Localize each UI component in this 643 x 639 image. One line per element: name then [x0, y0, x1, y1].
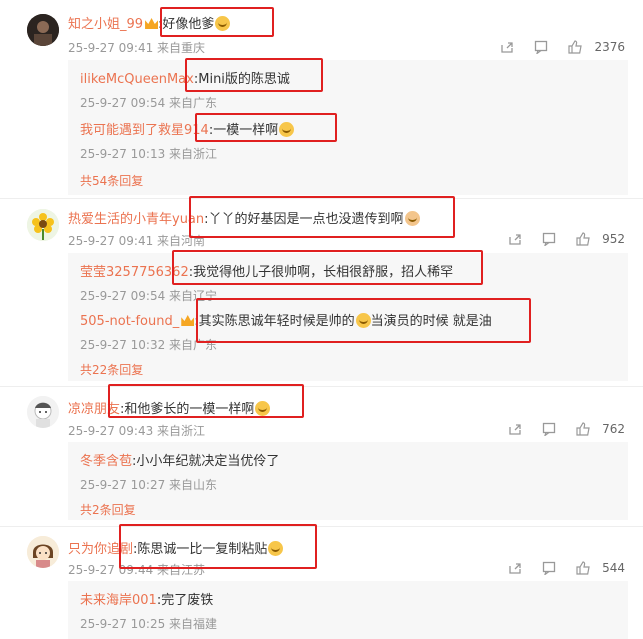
- comment-text: :和他爹长的一模一样啊: [120, 402, 255, 417]
- vip-crown-icon: [145, 18, 159, 29]
- reply-item: 冬季含苞:小小年纪就决定当优伶了 25-9-27 10:27 来自山东: [80, 450, 279, 493]
- reply-username[interactable]: ilikeMcQueenMax: [80, 72, 194, 87]
- comment-actions: 952: [498, 230, 625, 248]
- reply-username[interactable]: 我可能遇到了救星914: [80, 123, 209, 138]
- reply-block: 莹莹3257756362:我觉得他儿子很帅啊，长相很舒服，招人稀罕 25-9-2…: [68, 253, 628, 381]
- comment-meta: 25-9-27 09:43 来自浙江: [68, 424, 206, 438]
- avatar[interactable]: [27, 396, 59, 428]
- cat-emoji-icon: [404, 211, 420, 226]
- like-count: 544: [602, 561, 625, 575]
- comment-line: 知之小姐_99 :好像他爹: [68, 13, 231, 32]
- reply-text: :完了废铁: [156, 593, 214, 608]
- comment-username[interactable]: 凉凉朋友: [68, 402, 120, 417]
- more-replies-link[interactable]: 共54条回复: [80, 172, 143, 189]
- comment-icon[interactable]: [524, 38, 558, 56]
- reply-block: ilikeMcQueenMax:Mini版的陈思诚 25-9-27 09:54 …: [68, 60, 628, 195]
- reply-item: 我可能遇到了救星914:一模一样啊 25-9-27 10:13 来自浙江: [80, 119, 295, 162]
- comment-meta: 25-9-27 09:41 来自河南: [68, 234, 206, 248]
- reply-meta: 25-9-27 09:54 来自辽宁: [80, 289, 218, 303]
- reply-text: :Mini版的陈思诚: [193, 72, 290, 87]
- reply-username[interactable]: 莹莹3257756362: [80, 265, 189, 280]
- comment-item: 热爱生活的小青年yuan:丫丫的好基因是一点也没遗传到啊 25-9-27 09:…: [0, 198, 643, 388]
- reply-meta: 25-9-27 10:27 来自山东: [80, 478, 218, 492]
- reply-username[interactable]: 冬季含苞: [80, 454, 132, 469]
- reply-text: :我觉得他儿子很帅啊，长相很舒服，招人稀罕: [188, 265, 454, 280]
- reply-item: ilikeMcQueenMax:Mini版的陈思诚 25-9-27 09:54 …: [80, 68, 290, 111]
- comment-text: :陈思诚一比一复制粘贴: [133, 542, 268, 557]
- like-count: 2376: [594, 40, 625, 54]
- comment-actions: 544: [498, 559, 625, 577]
- more-replies-link[interactable]: 共22条回复: [80, 361, 143, 378]
- reply-text: :一模一样啊: [208, 123, 279, 138]
- like-count: 762: [602, 422, 625, 436]
- comment-text: :好像他爹: [158, 17, 215, 32]
- comment-username[interactable]: 只为你追剧: [68, 542, 133, 557]
- comment-item: 只为你追剧:陈思诚一比一复制粘贴 25-9-27 09:44 来自江苏 544 …: [0, 526, 643, 639]
- laughing-emoji-icon: [255, 401, 271, 416]
- reply-meta: 25-9-27 09:54 来自广东: [80, 96, 218, 110]
- comment-item: 凉凉朋友:和他爹长的一模一样啊 25-9-27 09:43 来自浙江 762 冬…: [0, 386, 643, 526]
- reply-text: :小小年纪就决定当优伶了: [132, 454, 280, 469]
- more-replies-link[interactable]: 共2条回复: [80, 501, 136, 518]
- reply-meta: 25-9-27 10:25 来自福建: [80, 617, 218, 631]
- comment-line: 凉凉朋友:和他爹长的一模一样啊: [68, 398, 271, 417]
- reply-text-continued: 当演员的时候 就是油: [370, 314, 492, 329]
- avatar[interactable]: [27, 14, 59, 46]
- comment-text: :丫丫的好基因是一点也没遗传到啊: [204, 212, 404, 227]
- thumbs-up-icon[interactable]: [566, 559, 600, 577]
- comment-actions: 2376: [490, 38, 625, 56]
- reply-item: 未来海岸001:完了废铁 25-9-27 10:25 来自福建: [80, 589, 217, 632]
- comment-line: 只为你追剧:陈思诚一比一复制粘贴: [68, 538, 284, 557]
- reply-username[interactable]: 未来海岸001: [80, 593, 157, 608]
- thumbs-up-icon[interactable]: [566, 420, 600, 438]
- avatar[interactable]: [27, 536, 59, 568]
- comment-item: 知之小姐_99 :好像他爹 25-9-27 09:41 来自重庆 2376 ili…: [0, 0, 643, 205]
- laughing-emoji-icon: [215, 16, 231, 31]
- share-icon[interactable]: [498, 230, 532, 248]
- reply-meta: 25-9-27 10:32 来自广东: [80, 338, 218, 352]
- reply-text: :其实陈思诚年轻时候是帅的: [194, 314, 355, 329]
- comment-meta: 25-9-27 09:41 来自重庆: [68, 41, 206, 55]
- vip-crown-icon: [181, 315, 195, 326]
- like-count: 952: [602, 232, 625, 246]
- laughing-emoji-icon: [279, 122, 295, 137]
- comment-icon[interactable]: [532, 559, 566, 577]
- comment-username[interactable]: 热爱生活的小青年yuan: [68, 212, 204, 227]
- avatar[interactable]: [27, 209, 59, 241]
- comment-line: 热爱生活的小青年yuan:丫丫的好基因是一点也没遗传到啊: [68, 208, 420, 227]
- comment-icon[interactable]: [532, 230, 566, 248]
- share-icon[interactable]: [498, 559, 532, 577]
- laughing-emoji-icon: [355, 313, 371, 328]
- thumbs-up-icon[interactable]: [566, 230, 600, 248]
- reply-username[interactable]: 505-not-found_: [80, 314, 179, 329]
- comment-username[interactable]: 知之小姐_99: [68, 17, 143, 32]
- comment-meta: 25-9-27 09:44 来自江苏: [68, 563, 206, 577]
- reply-block: 冬季含苞:小小年纪就决定当优伶了 25-9-27 10:27 来自山东 共2条回…: [68, 442, 628, 520]
- share-icon[interactable]: [498, 420, 532, 438]
- share-icon[interactable]: [490, 38, 524, 56]
- thumbs-up-icon[interactable]: [558, 38, 592, 56]
- reply-item: 505-not-found_ :其实陈思诚年轻时候是帅的 当演员的时候 就是油 25…: [80, 310, 492, 353]
- reply-meta: 25-9-27 10:13 来自浙江: [80, 147, 218, 161]
- reply-item: 莹莹3257756362:我觉得他儿子很帅啊，长相很舒服，招人稀罕 25-9-2…: [80, 261, 453, 304]
- comment-icon[interactable]: [532, 420, 566, 438]
- reply-block: 未来海岸001:完了废铁 25-9-27 10:25 来自福建: [68, 581, 628, 639]
- comment-actions: 762: [498, 420, 625, 438]
- laughing-emoji-icon: [268, 541, 284, 556]
